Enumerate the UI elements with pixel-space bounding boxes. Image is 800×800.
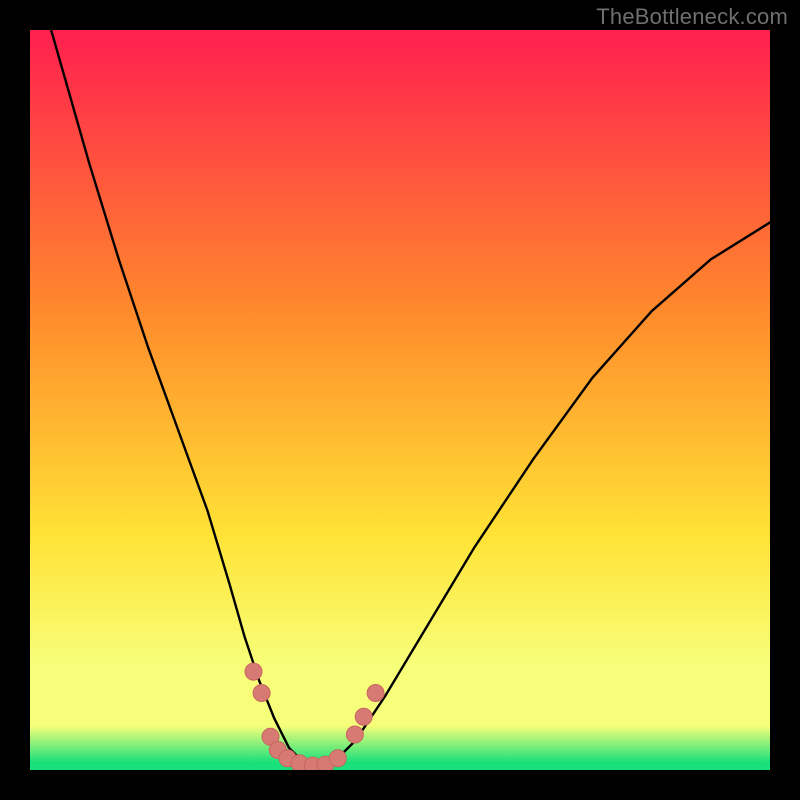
chart-svg <box>30 30 770 770</box>
gradient-background <box>30 30 770 770</box>
data-marker <box>253 685 270 702</box>
data-marker <box>245 663 262 680</box>
data-marker <box>367 685 384 702</box>
plot-area <box>30 30 770 770</box>
data-marker <box>346 726 363 743</box>
data-marker <box>329 750 346 767</box>
chart-frame: TheBottleneck.com <box>0 0 800 800</box>
data-marker <box>355 708 372 725</box>
watermark-text: TheBottleneck.com <box>596 4 788 30</box>
